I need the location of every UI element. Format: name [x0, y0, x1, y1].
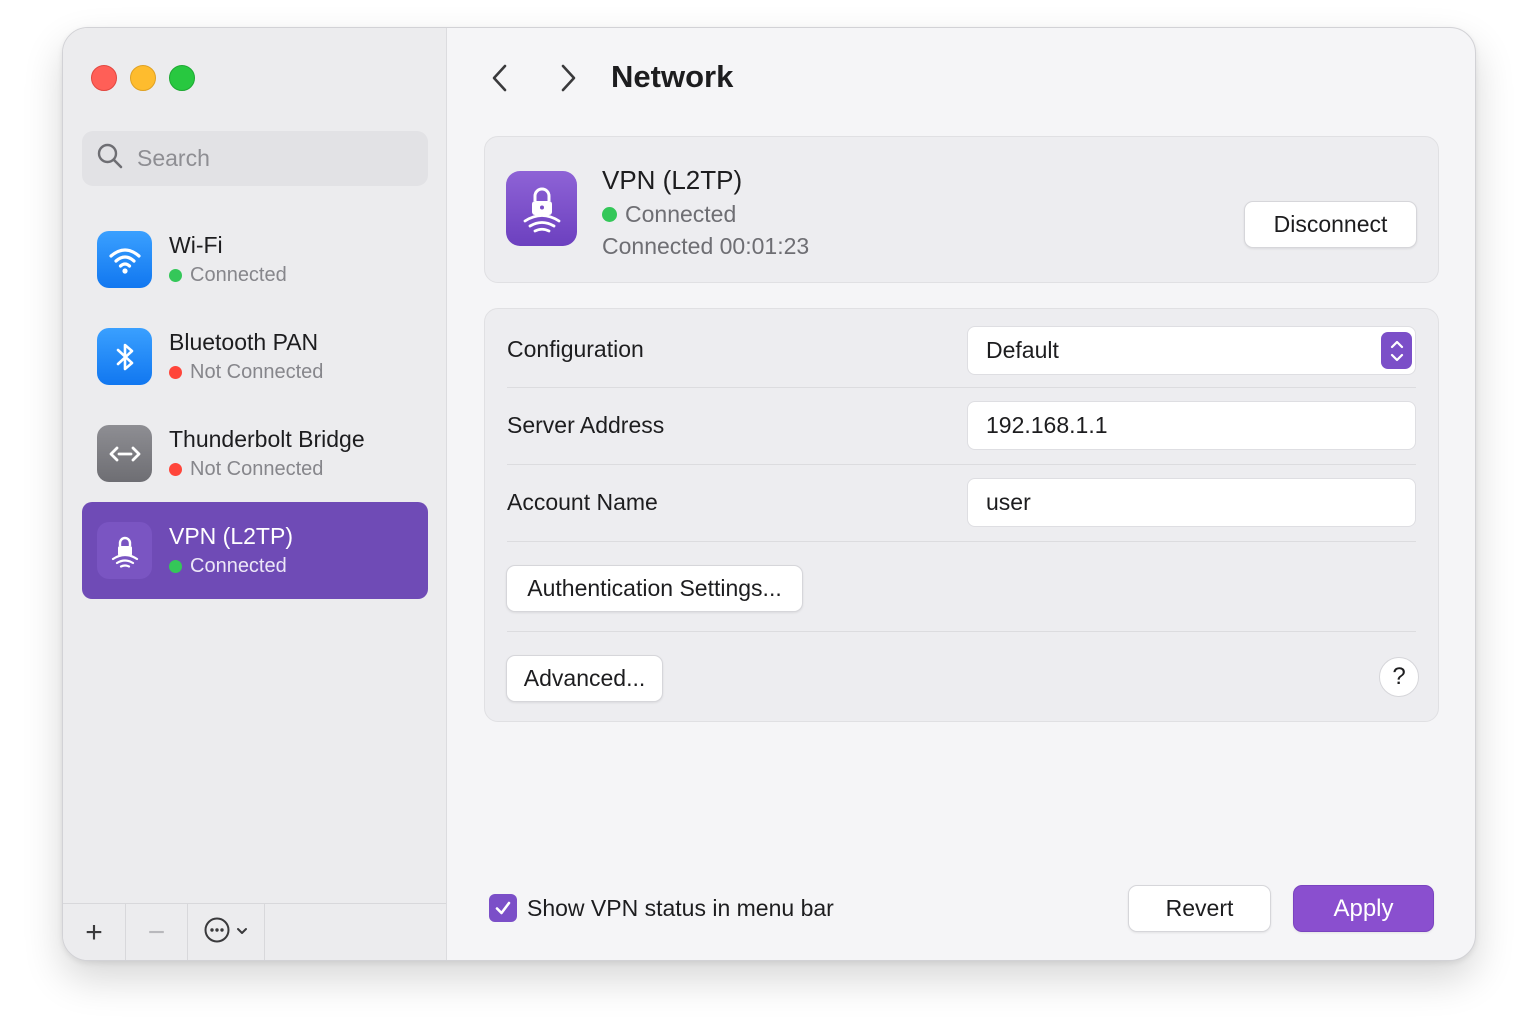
status-label: Connected — [190, 555, 287, 577]
add-service-button[interactable]: + — [63, 904, 126, 960]
minimize-window-button[interactable] — [130, 65, 156, 91]
account-name-field[interactable] — [967, 478, 1416, 527]
status-label: Connected — [625, 201, 737, 227]
chevron-left-icon — [492, 64, 507, 92]
history-navigation — [483, 61, 585, 95]
status-label: Not Connected — [190, 458, 324, 480]
status-dot — [602, 207, 617, 222]
sidebar-item-vpn-l2tp[interactable]: VPN (L2TP) Connected — [82, 502, 428, 599]
connection-duration: Connected 00:01:23 — [602, 233, 810, 259]
search-field[interactable] — [82, 131, 428, 186]
configuration-label: Configuration — [507, 336, 644, 362]
main-pane: Network VPN (L2TP) Connected Connected 0… — [447, 28, 1475, 960]
sidebar-item-label: Thunderbolt Bridge — [169, 426, 365, 452]
updown-chevron-icon — [1381, 332, 1412, 369]
status-dot — [169, 462, 182, 476]
sidebar-item-thunderbolt-bridge[interactable]: Thunderbolt Bridge Not Connected — [82, 405, 428, 502]
account-name-label: Account Name — [507, 489, 658, 515]
connection-status: Connected — [602, 201, 736, 228]
status-label: Not Connected — [190, 361, 324, 383]
revert-button[interactable]: Revert — [1128, 885, 1271, 932]
more-actions-button[interactable] — [188, 904, 265, 960]
zoom-window-button[interactable] — [169, 65, 195, 91]
advanced-button[interactable]: Advanced... — [506, 655, 663, 702]
disconnect-button[interactable]: Disconnect — [1244, 201, 1417, 248]
divider — [507, 387, 1416, 388]
configuration-value: Default — [986, 337, 1059, 363]
sidebar-item-label: Bluetooth PAN — [169, 329, 319, 355]
sidebar-item-bluetooth-pan[interactable]: Bluetooth PAN Not Connected — [82, 308, 428, 405]
account-name-input[interactable] — [986, 489, 1415, 516]
remove-service-button[interactable]: − — [126, 904, 188, 960]
vpn-status-card: VPN (L2TP) Connected Connected 00:01:23 … — [484, 136, 1439, 283]
status-dot — [169, 559, 182, 573]
divider — [507, 464, 1416, 465]
show-vpn-status-option[interactable]: Show VPN status in menu bar — [489, 894, 834, 922]
status-dot — [169, 268, 182, 282]
search-input[interactable] — [137, 145, 417, 172]
vpn-settings-card: Configuration Default Server Address Acc… — [484, 308, 1439, 722]
forward-button[interactable] — [551, 61, 585, 95]
status-dot — [169, 365, 182, 379]
ellipsis-circle-icon — [203, 916, 231, 949]
page-title: Network — [611, 59, 734, 94]
close-window-button[interactable] — [91, 65, 117, 91]
divider — [507, 541, 1416, 542]
checkmark-icon — [495, 901, 511, 915]
help-button[interactable]: ? — [1379, 657, 1419, 697]
server-address-input[interactable] — [986, 412, 1415, 439]
divider — [507, 631, 1416, 632]
server-address-label: Server Address — [507, 412, 665, 438]
vpn-lock-icon — [97, 522, 152, 579]
chevron-right-icon — [561, 64, 576, 92]
wifi-icon — [97, 231, 152, 288]
status-text: Connected — [169, 262, 287, 288]
authentication-settings-button[interactable]: Authentication Settings... — [506, 565, 803, 612]
sidebar-item-label: VPN (L2TP) — [169, 523, 293, 549]
status-text: Connected — [169, 553, 293, 579]
status-text: Not Connected — [169, 456, 365, 482]
window-controls — [91, 65, 195, 91]
show-vpn-status-label: Show VPN status in menu bar — [527, 894, 834, 921]
sidebar-toolbar: + − — [63, 903, 446, 960]
bluetooth-icon — [97, 328, 152, 385]
search-icon — [96, 142, 124, 175]
configuration-select[interactable]: Default — [967, 326, 1416, 375]
show-vpn-status-checkbox[interactable] — [489, 894, 517, 922]
vpn-lock-icon — [506, 171, 577, 246]
back-button[interactable] — [483, 61, 517, 95]
status-text: Not Connected — [169, 359, 323, 385]
chevron-down-icon — [235, 922, 249, 943]
sidebar: Wi-Fi Connected Bluetooth PAN Not Connec… — [63, 28, 447, 960]
sidebar-item-label: Wi-Fi — [169, 232, 223, 258]
server-address-field[interactable] — [967, 401, 1416, 450]
sidebar-item-wifi[interactable]: Wi-Fi Connected — [82, 211, 428, 308]
thunderbolt-bridge-icon — [97, 425, 152, 482]
status-label: Connected — [190, 264, 287, 286]
apply-button[interactable]: Apply — [1293, 885, 1434, 932]
network-settings-window: Wi-Fi Connected Bluetooth PAN Not Connec… — [62, 27, 1476, 961]
service-name: VPN (L2TP) — [602, 165, 743, 195]
